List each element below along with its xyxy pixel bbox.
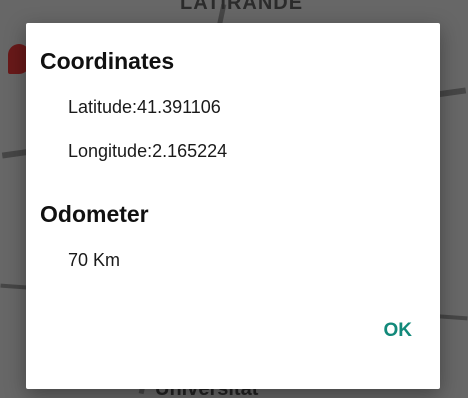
odometer-title: Odometer — [40, 201, 149, 227]
odometer-value: 70 Km — [68, 250, 121, 270]
longitude-text: Longitude:2.165224 — [68, 141, 228, 161]
info-dialog: Coordinates Latitude:41.391106 Longitude… — [26, 23, 440, 389]
screen: LATIRANDE Universitat Coordinates Latitu… — [0, 0, 468, 398]
ok-button[interactable]: OK — [382, 316, 415, 346]
coordinates-title: Coordinates — [40, 48, 175, 74]
latitude-text: Latitude:41.391106 — [68, 97, 221, 117]
